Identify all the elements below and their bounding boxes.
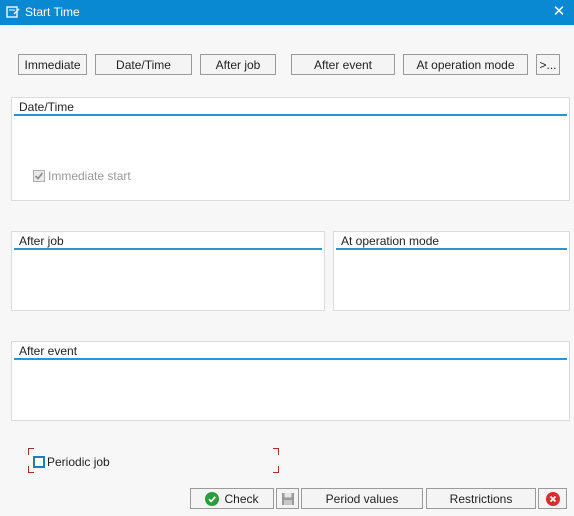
window-icon <box>6 6 20 18</box>
immediate-start-checkbox: Immediate start <box>33 169 131 183</box>
after-event-group: After event <box>11 341 570 421</box>
after-event-group-title: After event <box>19 344 78 358</box>
periodic-job-label: Periodic job <box>47 455 110 469</box>
save-icon <box>281 492 294 505</box>
group-divider <box>14 358 567 360</box>
restrictions-button[interactable]: Restrictions <box>426 488 536 509</box>
cancel-icon <box>545 491 560 506</box>
at-operation-mode-button[interactable]: At operation mode <box>403 54 528 75</box>
focus-corner <box>28 448 34 455</box>
group-divider <box>336 248 567 250</box>
group-divider <box>14 114 567 116</box>
date-time-button[interactable]: Date/Time <box>95 54 192 75</box>
check-icon <box>205 491 220 506</box>
focus-corner <box>273 466 279 473</box>
immediate-start-label: Immediate start <box>48 169 131 183</box>
check-button[interactable]: Check <box>190 488 274 509</box>
more-button[interactable]: >... <box>536 54 560 75</box>
immediate-button[interactable]: Immediate <box>18 54 87 75</box>
window-title: Start Time <box>25 5 80 19</box>
period-values-button[interactable]: Period values <box>301 488 423 509</box>
at-operation-mode-group-title: At operation mode <box>341 234 440 248</box>
group-divider <box>14 248 322 250</box>
save-button <box>276 488 299 509</box>
title-bar: Start Time ✕ <box>0 0 574 25</box>
check-label: Check <box>224 491 259 506</box>
after-event-button[interactable]: After event <box>291 54 395 75</box>
checkmark-icon <box>33 170 45 182</box>
after-job-button[interactable]: After job <box>200 54 276 75</box>
cancel-button[interactable] <box>538 488 567 509</box>
date-time-group-title: Date/Time <box>19 100 74 114</box>
date-time-group: Date/Time <box>11 97 570 201</box>
close-icon[interactable]: ✕ <box>551 4 567 20</box>
focus-corner <box>273 448 279 455</box>
after-job-group-title: After job <box>19 234 64 248</box>
after-job-group: After job <box>11 231 325 311</box>
at-operation-mode-group: At operation mode <box>333 231 570 311</box>
periodic-job-checkbox[interactable]: Periodic job <box>33 455 110 469</box>
checkbox-box[interactable] <box>33 456 45 468</box>
